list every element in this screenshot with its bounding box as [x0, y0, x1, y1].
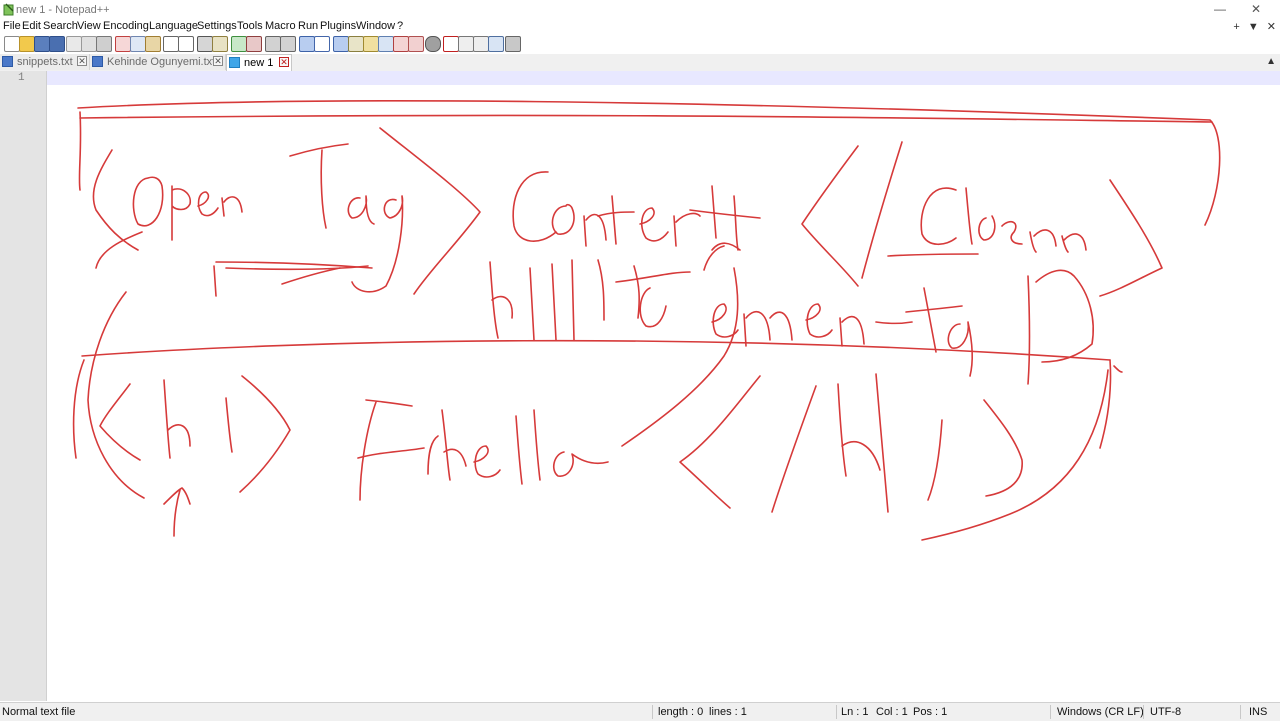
tab-snippets[interactable]: snippets.txt ✕	[0, 54, 90, 70]
editor-text-area[interactable]	[50, 71, 1275, 701]
copy-icon[interactable]	[130, 36, 146, 52]
menu-macro[interactable]: Macro	[265, 20, 296, 32]
menu-file[interactable]: File	[3, 20, 21, 32]
run-macro-multiple-icon[interactable]	[473, 36, 489, 52]
menu-edit[interactable]: Edit	[22, 20, 41, 32]
tab-label: new 1	[244, 57, 274, 69]
tab-bar: snippets.txt ✕ Kehinde Ogunyemi.txt ✕ ne…	[0, 54, 1280, 72]
sync-horizontal-icon[interactable]	[280, 36, 296, 52]
status-separator	[1050, 705, 1051, 719]
close-all-icon[interactable]	[81, 36, 97, 52]
menu-window[interactable]: Window	[356, 20, 395, 32]
file-type-label: Normal text file	[2, 706, 76, 718]
new-file-icon[interactable]	[4, 36, 20, 52]
find-icon[interactable]	[197, 36, 213, 52]
line-position-label: Ln : 1	[841, 706, 869, 718]
length-label: length : 0	[658, 706, 704, 718]
tab-label: Kehinde Ogunyemi.txt	[107, 56, 216, 68]
playback-macro-icon[interactable]	[458, 36, 474, 52]
save-macro-icon[interactable]	[488, 36, 504, 52]
save-all-icon[interactable]	[49, 36, 65, 52]
menu-help[interactable]: ?	[397, 20, 403, 32]
show-all-characters-icon[interactable]	[314, 36, 330, 52]
zoom-out-icon[interactable]	[246, 36, 262, 52]
redo-icon[interactable]	[178, 36, 194, 52]
close-window-button[interactable]: ✕	[1236, 0, 1276, 20]
save-icon[interactable]	[34, 36, 50, 52]
tab-scroll-icon[interactable]: ▲	[1266, 56, 1276, 67]
save-state-icon	[92, 56, 103, 67]
tab-close-icon[interactable]: ✕	[77, 56, 87, 66]
line-number-gutter: 1	[0, 71, 47, 701]
window-title: new 1 - Notepad++	[16, 4, 110, 16]
eol-format-label[interactable]: Windows (CR LF)	[1057, 706, 1144, 718]
tab-close-icon[interactable]: ✕	[213, 56, 223, 66]
save-state-icon	[229, 57, 240, 68]
folder-as-workspace-icon[interactable]	[393, 36, 409, 52]
monitoring-icon[interactable]	[408, 36, 424, 52]
menu-plugins[interactable]: Plugins	[320, 20, 356, 32]
tab-close-icon[interactable]: ✕	[279, 57, 289, 67]
menu-view[interactable]: View	[77, 20, 101, 32]
function-list-icon[interactable]	[378, 36, 394, 52]
notepad-plus-plus-icon	[3, 3, 14, 16]
close-document-button[interactable]: ✕	[1267, 21, 1276, 33]
char-position-label: Pos : 1	[913, 706, 948, 718]
encoding-label[interactable]: UTF-8	[1150, 706, 1181, 718]
status-separator	[836, 705, 837, 719]
stop-recording-icon[interactable]	[443, 36, 459, 52]
menu-encoding[interactable]: Encoding	[103, 20, 149, 32]
menu-run[interactable]: Run	[298, 20, 318, 32]
zoom-in-icon[interactable]	[231, 36, 247, 52]
menu-settings[interactable]: Settings	[197, 20, 237, 32]
lines-label: lines : 1	[709, 706, 747, 718]
menu-tools[interactable]: Tools	[237, 20, 263, 32]
indent-guide-icon[interactable]	[333, 36, 349, 52]
insert-mode-label[interactable]: INS	[1249, 706, 1267, 718]
tab-new-1[interactable]: new 1 ✕	[226, 54, 292, 71]
document-map-icon[interactable]	[363, 36, 379, 52]
tab-list-button[interactable]: ▼	[1248, 21, 1259, 33]
status-bar: Normal text file length : 0 lines : 1 Ln…	[0, 702, 1280, 721]
toolbar	[0, 35, 1280, 52]
tab-kehinde-ogunyemi[interactable]: Kehinde Ogunyemi.txt ✕	[90, 54, 226, 70]
print-icon[interactable]	[96, 36, 112, 52]
column-position-label: Col : 1	[876, 706, 908, 718]
toolbar-extra-icon[interactable]	[505, 36, 521, 52]
menu-language[interactable]: Language	[149, 20, 198, 32]
menu-right-controls: + ▼ ✕	[1228, 20, 1276, 33]
status-separator	[1240, 705, 1241, 719]
user-defined-language-icon[interactable]	[348, 36, 364, 52]
cut-icon[interactable]	[115, 36, 131, 52]
title-bar: new 1 - Notepad++ — ✕	[0, 0, 1280, 20]
save-state-icon	[2, 56, 13, 67]
open-file-icon[interactable]	[19, 36, 35, 52]
replace-icon[interactable]	[212, 36, 228, 52]
word-wrap-icon[interactable]	[299, 36, 315, 52]
restore-button[interactable]	[1200, 0, 1240, 20]
status-separator	[1143, 705, 1144, 719]
sync-vertical-icon[interactable]	[265, 36, 281, 52]
line-number: 1	[18, 72, 25, 84]
menu-bar: File Edit Search View Encoding Language …	[0, 20, 1280, 35]
status-separator	[652, 705, 653, 719]
new-tab-button[interactable]: +	[1233, 21, 1239, 33]
paste-icon[interactable]	[145, 36, 161, 52]
vertical-scrollbar[interactable]	[1276, 85, 1280, 702]
close-icon[interactable]	[66, 36, 82, 52]
menu-search[interactable]: Search	[43, 20, 78, 32]
undo-icon[interactable]	[163, 36, 179, 52]
tab-label: snippets.txt	[17, 56, 73, 68]
record-macro-icon[interactable]	[425, 36, 441, 52]
